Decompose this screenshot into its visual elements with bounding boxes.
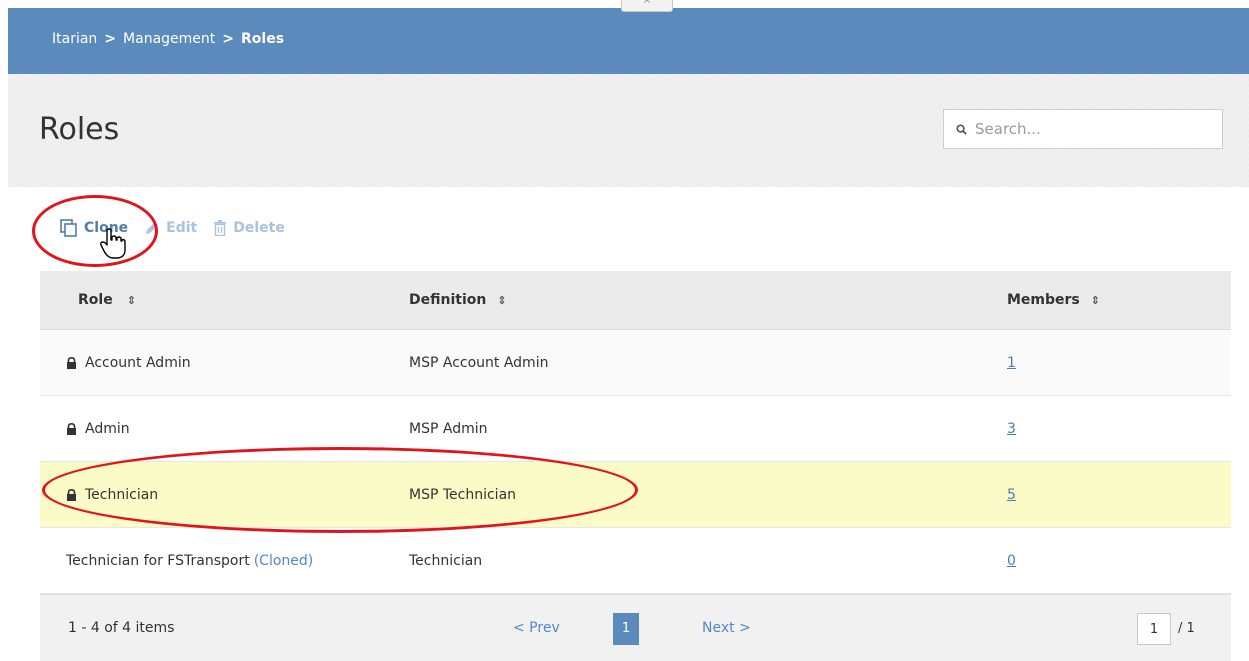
page-header: Roles [8, 74, 1249, 187]
chevron-up-icon: ^ [642, 0, 652, 10]
breadcrumb-separator: > [222, 31, 234, 47]
table-row[interactable]: Account Admin MSP Account Admin 1 [40, 330, 1231, 396]
lock-icon [67, 422, 76, 435]
lock-icon [67, 356, 76, 369]
page-total: / 1 [1178, 621, 1195, 636]
clone-highlight-annotation [32, 195, 158, 267]
role-name: Account Admin [85, 354, 191, 371]
items-count: 1 - 4 of 4 items [68, 620, 175, 636]
page-title: Roles [39, 112, 120, 147]
roles-table: Role ⇕ Definition ⇕ Members ⇕ Account Ad… [40, 271, 1231, 594]
breadcrumb-itarian[interactable]: Itarian [52, 31, 97, 47]
sort-icon: ⇕ [126, 293, 136, 307]
delete-button[interactable]: Delete [213, 220, 285, 236]
table-header: Role ⇕ Definition ⇕ Members ⇕ [40, 271, 1231, 330]
role-definition: Technician [409, 552, 483, 569]
members-link[interactable]: 5 [1007, 487, 1016, 503]
search-input[interactable] [973, 119, 1207, 139]
column-header-definition[interactable]: Definition ⇕ [395, 292, 995, 308]
prev-page-link[interactable]: < Prev [513, 620, 560, 636]
column-header-role[interactable]: Role ⇕ [40, 292, 395, 308]
role-definition: MSP Admin [409, 420, 488, 437]
members-link[interactable]: 1 [1007, 355, 1016, 371]
breadcrumb-roles: Roles [241, 31, 285, 47]
column-header-members[interactable]: Members ⇕ [995, 292, 1231, 308]
page-1-button[interactable]: 1 [613, 613, 639, 645]
edit-label: Edit [166, 220, 198, 236]
role-name: Technician for FSTransport [66, 552, 250, 569]
table-footer: 1 - 4 of 4 items < Prev 1 Next > / 1 [40, 594, 1231, 661]
breadcrumb-management[interactable]: Management [123, 31, 215, 47]
members-link[interactable]: 0 [1007, 553, 1016, 569]
top-bar: Itarian > Management > Roles [8, 8, 1249, 74]
page-number-input[interactable] [1137, 613, 1171, 645]
technician-highlight-annotation [42, 447, 638, 533]
delete-label: Delete [233, 220, 285, 236]
breadcrumb: Itarian > Management > Roles [52, 31, 284, 47]
search-icon [956, 123, 967, 135]
sort-icon: ⇕ [497, 294, 507, 307]
next-page-link[interactable]: Next > [702, 620, 751, 636]
breadcrumb-separator: > [104, 31, 117, 47]
trash-icon [214, 220, 227, 236]
search-box[interactable] [943, 109, 1223, 149]
members-link[interactable]: 3 [1007, 421, 1016, 437]
role-name: Admin [85, 420, 130, 437]
cloned-tag: (Cloned) [253, 552, 314, 569]
table-row[interactable]: Technician for FSTransport (Cloned) Tech… [40, 528, 1231, 594]
collapse-header-button[interactable]: ^ [621, 0, 673, 12]
hand-cursor-icon [100, 228, 126, 259]
role-definition: MSP Account Admin [409, 354, 549, 371]
sort-icon: ⇕ [1090, 294, 1100, 307]
